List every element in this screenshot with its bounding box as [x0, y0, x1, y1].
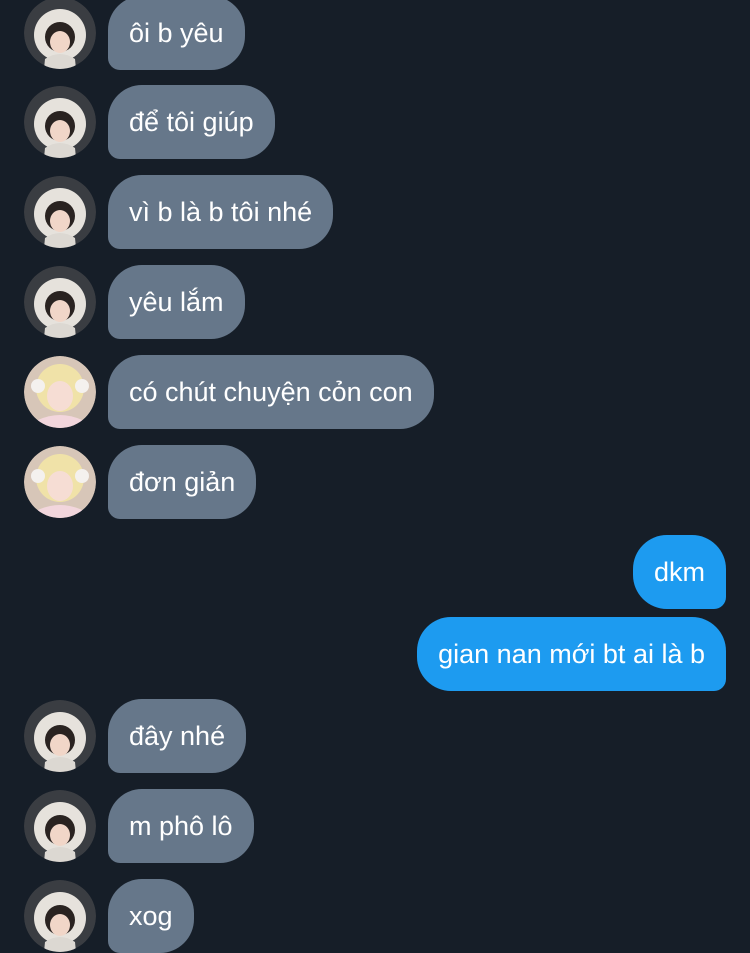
message-row: gian nan mới bt ai là b: [0, 617, 750, 691]
incoming-message-bubble[interactable]: ôi b yêu: [108, 0, 245, 70]
message-row: m phô lô: [0, 789, 750, 863]
incoming-message-bubble[interactable]: m phô lô: [108, 789, 254, 863]
incoming-message-bubble[interactable]: đây nhé: [108, 699, 247, 773]
hooded-girl-avatar[interactable]: [24, 176, 96, 248]
outgoing-message-bubble[interactable]: gian nan mới bt ai là b: [417, 617, 726, 691]
incoming-message-bubble[interactable]: yêu lắm: [108, 265, 245, 339]
message-row: có chút chuyện cỏn con: [0, 355, 750, 429]
incoming-message-bubble[interactable]: có chút chuyện cỏn con: [108, 355, 434, 429]
message-row: để tôi giúp: [0, 85, 750, 159]
hooded-girl-avatar[interactable]: [24, 790, 96, 862]
hooded-girl-avatar[interactable]: [24, 86, 96, 158]
incoming-message-bubble[interactable]: đơn giản: [108, 445, 257, 519]
hooded-girl-avatar[interactable]: [24, 266, 96, 338]
hooded-girl-avatar[interactable]: [24, 0, 96, 69]
message-row: đơn giản: [0, 445, 750, 519]
blonde-girl-avatar[interactable]: [24, 356, 96, 428]
incoming-message-bubble[interactable]: để tôi giúp: [108, 85, 275, 159]
hooded-girl-avatar[interactable]: [24, 880, 96, 952]
incoming-message-bubble[interactable]: xog: [108, 879, 194, 953]
blonde-girl-avatar[interactable]: [24, 446, 96, 518]
hooded-girl-avatar[interactable]: [24, 700, 96, 772]
message-row: xog: [0, 879, 750, 953]
message-row: ôi b yêu: [0, 0, 750, 70]
message-row: dkm: [0, 535, 750, 609]
incoming-message-bubble[interactable]: vì b là b tôi nhé: [108, 175, 334, 249]
message-row: vì b là b tôi nhé: [0, 175, 750, 249]
message-row: yêu lắm: [0, 265, 750, 339]
message-row: đây nhé: [0, 699, 750, 773]
outgoing-message-bubble[interactable]: dkm: [632, 535, 726, 609]
